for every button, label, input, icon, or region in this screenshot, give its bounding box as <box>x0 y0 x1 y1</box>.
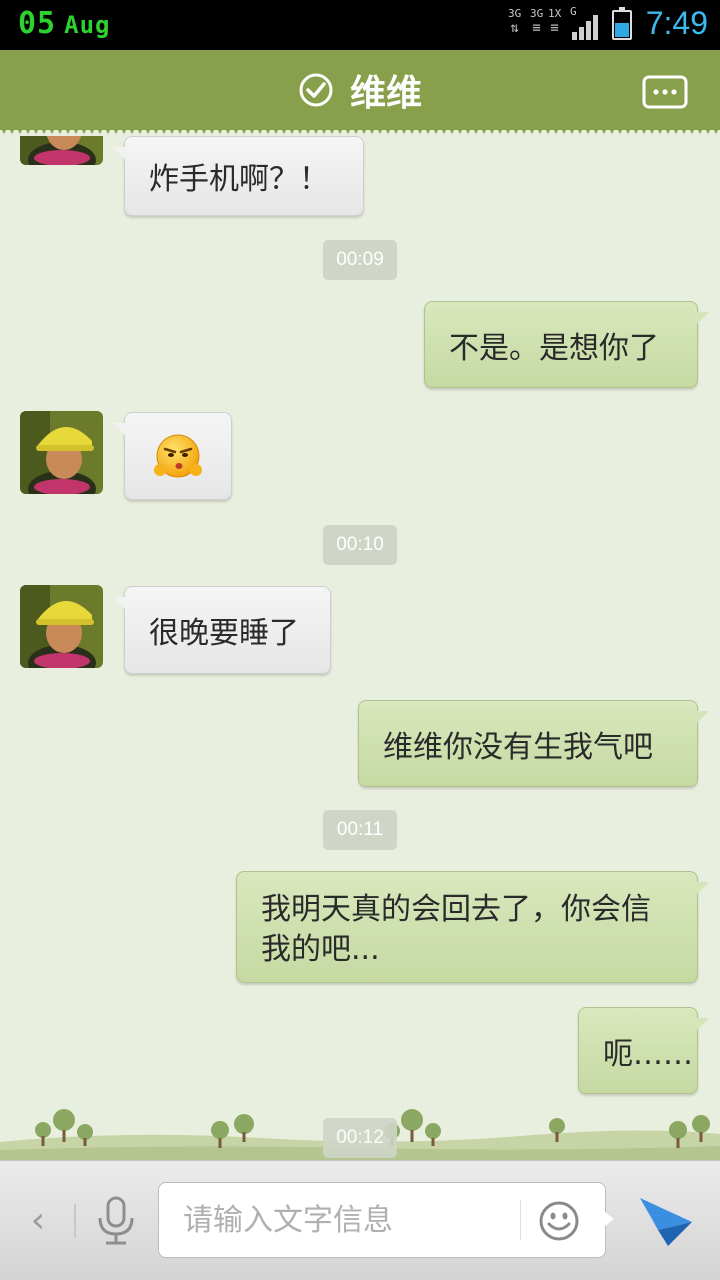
status-date-month: Aug <box>64 11 111 39</box>
network-indicator-2: 3G ≡ <box>530 7 544 37</box>
data-arrows-icon: ⇅ <box>510 20 519 36</box>
smirk-emoji-icon <box>154 434 202 478</box>
contact-avatar[interactable] <box>20 136 103 165</box>
timestamp-badge: 00:09 <box>323 240 397 280</box>
status-date: 05 Aug <box>18 6 110 41</box>
timestamp-badge: 00:10 <box>323 525 397 565</box>
outgoing-message-bubble[interactable]: 维维你没有生我气吧 <box>358 700 709 787</box>
network-indicator-1: 3G ⇅ <box>508 7 522 37</box>
check-circle-icon <box>299 73 333 107</box>
signal-lines-icon: ≡ <box>532 20 541 36</box>
more-dots-icon[interactable] <box>642 75 688 109</box>
timestamp-badge: 00:11 <box>323 810 397 850</box>
battery-icon <box>612 7 632 40</box>
header-title-group: 维维 <box>0 50 720 130</box>
status-time: 7:49 <box>645 5 708 41</box>
microphone-icon[interactable] <box>94 1196 138 1246</box>
paper-plane-icon[interactable] <box>638 1192 694 1248</box>
chat-title: 维维 <box>349 73 422 114</box>
status-date-day: 05 <box>18 6 57 41</box>
battery-fill <box>615 22 629 37</box>
chevron-left-icon[interactable]: ‹ <box>18 1196 58 1244</box>
timestamp-badge: 00:12 <box>323 1118 397 1158</box>
network-label-1: 3G <box>508 7 522 20</box>
toolbar-divider <box>74 1204 76 1238</box>
network-indicator-3: 1X ≡ <box>548 7 562 37</box>
message-input[interactable] <box>183 1183 523 1257</box>
network-label-3: 1X <box>548 7 562 20</box>
outgoing-message-bubble[interactable]: 我明天真的会回去了，你会信我的吧... <box>236 871 709 983</box>
chat-message-list[interactable]: 炸手机啊？！ 00:09 不是。是想你了 00:10 很晚要睡了 维维你没有生我… <box>0 136 720 1160</box>
smiley-icon[interactable] <box>538 1200 580 1242</box>
incoming-emoji-bubble[interactable] <box>113 412 232 500</box>
incoming-message-bubble[interactable]: 很晚要睡了 <box>113 586 331 674</box>
contact-avatar[interactable] <box>20 411 103 494</box>
input-box-tail <box>600 1208 614 1230</box>
status-bar: 05 Aug 3G ⇅ 3G ≡ 1X ≡ G 7:49 <box>0 0 720 50</box>
signal-strength-icon <box>572 14 602 40</box>
outgoing-message-bubble[interactable]: 呃…… <box>578 1007 709 1094</box>
input-separator <box>520 1200 521 1240</box>
network-label-2: 3G <box>530 7 544 20</box>
contact-avatar[interactable] <box>20 585 103 668</box>
signal-lines-icon-2: ≡ <box>550 20 559 36</box>
outgoing-message-bubble[interactable]: 不是。是想你了 <box>424 301 709 388</box>
incoming-message-bubble[interactable]: 炸手机啊？！ <box>113 136 364 216</box>
